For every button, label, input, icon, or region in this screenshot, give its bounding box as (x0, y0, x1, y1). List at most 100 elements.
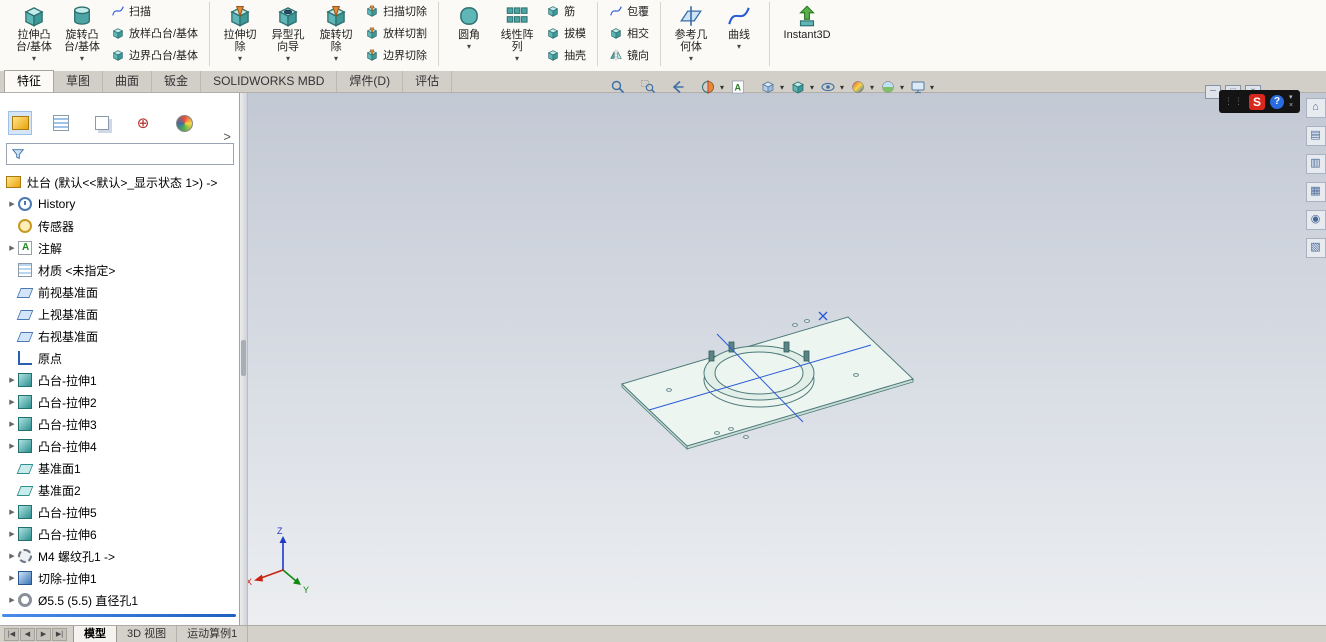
3d-views-tab[interactable]: 3D 视图 (117, 626, 178, 642)
displaymanager-tab[interactable] (172, 111, 196, 135)
dropdown-arrow-icon[interactable]: ▾ (718, 83, 726, 92)
appearances-scenes-tab[interactable]: ◉ (1305, 210, 1326, 230)
expand-arrow-icon[interactable]: ▶ (6, 552, 18, 560)
tree-item[interactable]: ▶ 原点 (0, 347, 239, 369)
linear-pattern-button[interactable]: 线性阵 列 ▾ (493, 0, 541, 63)
dimxpertmanager-tab[interactable]: ⊕ (131, 111, 155, 135)
expand-arrow-icon[interactable]: ▶ (6, 376, 18, 384)
display-style-button[interactable] (788, 78, 808, 96)
expand-arrow-icon[interactable]: ▶ (6, 530, 18, 538)
boundary-boss-button[interactable]: 边界凸台/基体 (106, 44, 203, 66)
draft-button[interactable]: 拔模 (541, 22, 591, 44)
tree-item[interactable]: ▶ 上视基准面 (0, 303, 239, 325)
tree-item[interactable]: ▶ 凸台-拉伸6 (0, 523, 239, 545)
tree-item[interactable]: ▶ 凸台-拉伸5 (0, 501, 239, 523)
close-widget-button[interactable]: × (1289, 102, 1293, 110)
configurationmanager-tab[interactable] (90, 111, 114, 135)
tree-item[interactable]: ▶ 切除-拉伸1 (0, 567, 239, 589)
expand-arrow-icon[interactable]: ▶ (6, 574, 18, 582)
dropdown-arrow-icon[interactable]: ▾ (808, 83, 816, 92)
expand-arrow-icon[interactable]: ▶ (6, 420, 18, 428)
swept-cut-button[interactable]: 扫描切除 (360, 0, 432, 22)
rollback-bar[interactable] (2, 614, 236, 617)
rib-button[interactable]: 筋 (541, 0, 591, 22)
tree-item[interactable]: ▶ 传感器 (0, 215, 239, 237)
view-palette-tab[interactable]: ▦ (1305, 182, 1326, 202)
custom-properties-tab[interactable]: ▧ (1305, 238, 1326, 258)
lofted-boss-button[interactable]: 放样凸台/基体 (106, 22, 203, 44)
revolved-cut-button[interactable]: 旋转切 除 ▾ (312, 0, 360, 63)
last-tab-button[interactable]: ▶| (52, 627, 67, 641)
featuremanager-tree-tab[interactable] (8, 111, 32, 135)
extruded-cut-button[interactable]: 拉伸切 除 ▾ (216, 0, 264, 63)
tree-item[interactable]: ▶ 右视基准面 (0, 325, 239, 347)
zoom-to-fit-button[interactable] (608, 78, 628, 96)
dropdown-arrow-icon[interactable]: ▾ (928, 83, 936, 92)
design-library-tab[interactable]: ▤ (1305, 126, 1326, 146)
tree-item[interactable]: ▶ Ø5.5 (5.5) 直径孔1 (0, 589, 239, 611)
apply-scene-button[interactable] (878, 78, 898, 96)
dropdown-arrow-icon[interactable]: ▾ (838, 83, 846, 92)
propertymanager-tab[interactable] (49, 111, 73, 135)
expand-arrow-icon[interactable]: ▶ (6, 244, 18, 252)
tab-evaluate[interactable]: 评估 (403, 71, 453, 92)
edit-appearance-button[interactable] (848, 78, 868, 96)
first-tab-button[interactable]: |◀ (4, 627, 19, 641)
dropdown-arrow-icon[interactable]: ▾ (868, 83, 876, 92)
hole-wizard-button[interactable]: 异型孔 向导 ▾ (264, 0, 312, 63)
expand-arrow-icon[interactable]: ▶ (6, 596, 18, 604)
tab-weldments[interactable]: 焊件(D) (337, 71, 404, 92)
view-orientation-button[interactable] (758, 78, 778, 96)
expand-arrow-icon[interactable]: ▶ (6, 508, 18, 516)
mirror-button[interactable]: 镜向 (604, 44, 654, 66)
hide-show-items-button[interactable] (818, 78, 838, 96)
tree-item[interactable]: ▶ 凸台-拉伸3 (0, 413, 239, 435)
expand-arrow-icon[interactable]: ▶ (6, 200, 18, 208)
filter-input[interactable] (29, 144, 229, 164)
tree-item[interactable]: ▶ 材质 <未指定> (0, 259, 239, 281)
tree-item[interactable]: ▶ 前视基准面 (0, 281, 239, 303)
tree-item[interactable]: ▶ 注解 (0, 237, 239, 259)
reference-geometry-button[interactable]: 参考几 何体 ▾ (667, 0, 715, 63)
view-settings-button[interactable] (908, 78, 928, 96)
tab-sketch[interactable]: 草图 (54, 71, 104, 92)
dropdown-arrow-icon[interactable]: ▾ (898, 83, 906, 92)
expand-arrow-icon[interactable]: ▶ (6, 398, 18, 406)
model-tab[interactable]: 模型 (73, 626, 117, 642)
lofted-cut-button[interactable]: 放样切割 (360, 22, 432, 44)
section-view-button[interactable] (698, 78, 718, 96)
motion-study-tab[interactable]: 运动算例1 (177, 626, 249, 642)
revolved-boss-base-button[interactable]: 旋转凸 台/基体 ▾ (58, 0, 106, 63)
fillet-button[interactable]: 圆角 ▾ (445, 0, 493, 51)
boundary-cut-button[interactable]: 边界切除 (360, 44, 432, 66)
collapse-panel-arrow[interactable]: > (223, 129, 231, 144)
tree-item[interactable]: ▶ 凸台-拉伸4 (0, 435, 239, 457)
zoom-to-area-button[interactable] (638, 78, 658, 96)
swept-boss-button[interactable]: 扫描 (106, 0, 203, 22)
expand-arrow-icon[interactable]: ▶ (6, 442, 18, 450)
curves-button[interactable]: 曲线 ▾ (715, 0, 763, 51)
tree-item[interactable]: ▶ 凸台-拉伸1 (0, 369, 239, 391)
help-button[interactable]: ? (1270, 94, 1284, 109)
extruded-boss-base-button[interactable]: 拉伸凸 台/基体 ▾ (10, 0, 58, 63)
pin-widget-button[interactable]: ▾ (1289, 94, 1293, 102)
tree-item[interactable]: ▶ M4 螺纹孔1 -> (0, 545, 239, 567)
prev-tab-button[interactable]: ◀ (20, 627, 35, 641)
file-explorer-tab[interactable]: ▥ (1305, 154, 1326, 174)
next-tab-button[interactable]: ▶ (36, 627, 51, 641)
tree-item[interactable]: ▶ 凸台-拉伸2 (0, 391, 239, 413)
tab-sheet-metal[interactable]: 钣金 (152, 71, 202, 92)
wrap-button[interactable]: 包覆 (604, 0, 654, 22)
dynamic-annotation-button[interactable] (728, 78, 748, 96)
tab-surfaces[interactable]: 曲面 (103, 71, 153, 92)
previous-view-button[interactable] (668, 78, 688, 96)
solidworks-logo-icon[interactable]: S (1249, 93, 1265, 110)
tab-features[interactable]: 特征 (4, 70, 55, 92)
solidworks-resources-tab[interactable]: ⌂ (1305, 98, 1326, 118)
intersect-button[interactable]: 相交 (604, 22, 654, 44)
shell-button[interactable]: 抽壳 (541, 44, 591, 66)
tab-solidworks-mbd[interactable]: SOLIDWORKS MBD (201, 71, 338, 92)
tree-item[interactable]: ▶ History (0, 193, 239, 215)
tree-root-item[interactable]: 灶台 (默认<<默认>_显示状态 1>) -> (6, 171, 217, 193)
tree-item[interactable]: ▶ 基准面1 (0, 457, 239, 479)
